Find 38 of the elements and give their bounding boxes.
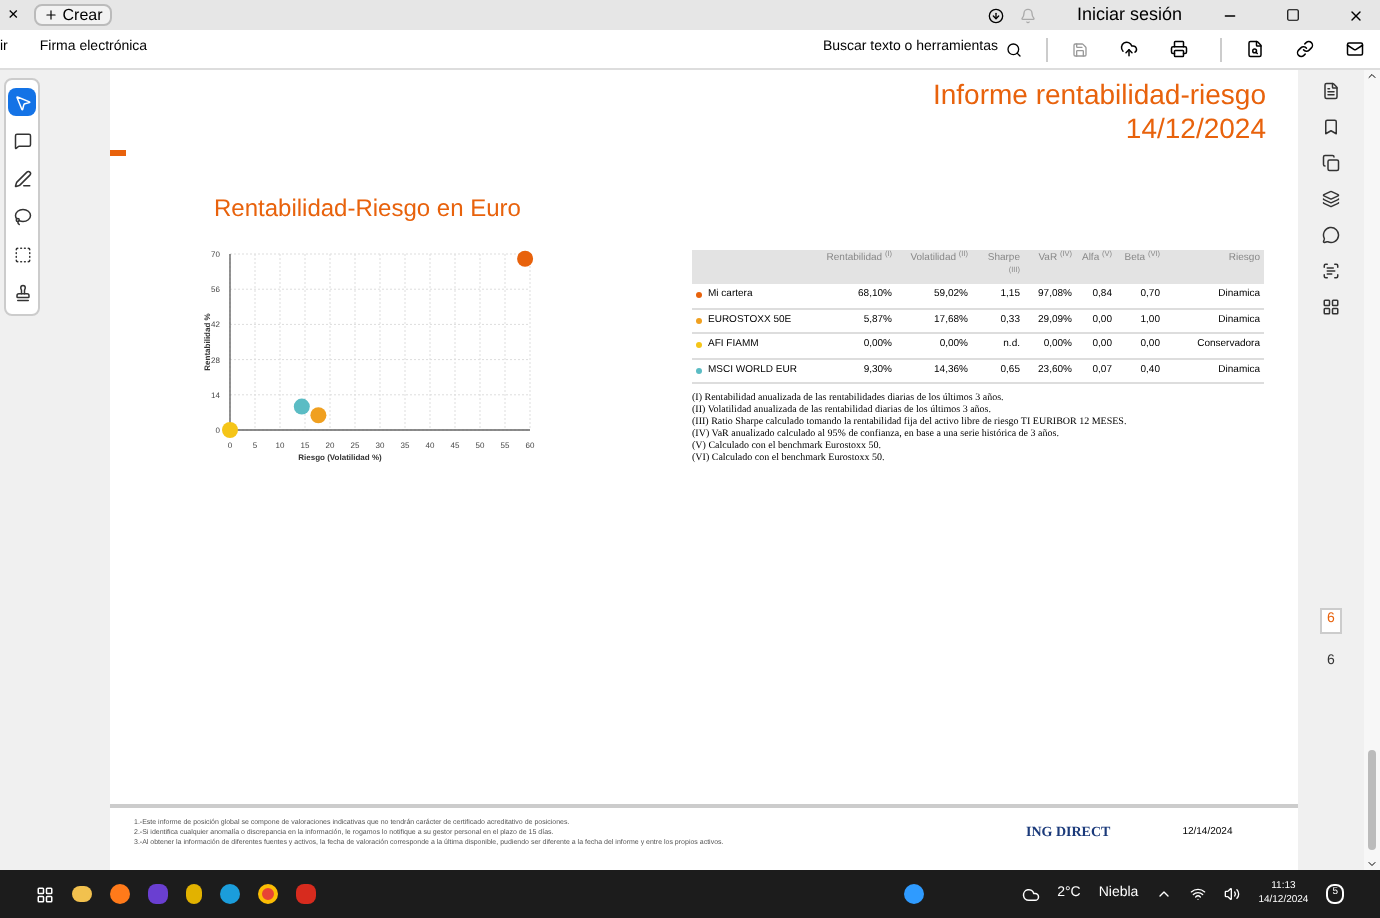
pages-icon[interactable] xyxy=(1322,154,1340,172)
plus-icon xyxy=(44,8,59,22)
mail-icon[interactable] xyxy=(1346,40,1364,58)
download-icon[interactable] xyxy=(988,7,1005,23)
maximize-icon[interactable] xyxy=(1286,8,1300,22)
scroll-up-icon[interactable] xyxy=(1366,70,1378,82)
scroll-down-icon[interactable] xyxy=(1366,858,1378,870)
wifi-icon[interactable] xyxy=(1190,886,1207,902)
weather-icon xyxy=(1021,885,1040,903)
lasso-icon xyxy=(13,207,31,225)
close-icon[interactable] xyxy=(1348,7,1364,23)
stamp-icon xyxy=(13,283,31,301)
comment-icon xyxy=(13,131,31,149)
volume-icon[interactable] xyxy=(1224,886,1241,902)
create-button[interactable]: Crear xyxy=(34,4,113,26)
upload-icon[interactable] xyxy=(1120,40,1138,58)
scroll-thumb[interactable] xyxy=(1368,750,1376,850)
sign-in-button[interactable]: Iniciar sesión xyxy=(1076,1,1182,29)
close-tab-button[interactable]: × xyxy=(8,1,19,29)
pointer-icon xyxy=(13,93,31,111)
layers-icon[interactable] xyxy=(1322,190,1340,208)
pointer-tool[interactable] xyxy=(8,88,36,116)
task-view-icon[interactable] xyxy=(36,885,54,903)
scan-icon[interactable] xyxy=(1322,262,1340,280)
section-title: Rentabilidad-Riesgo en Euro xyxy=(214,192,523,226)
print-icon[interactable] xyxy=(1170,40,1188,58)
report-title: Informe rentabilidad-riesgo xyxy=(932,78,1266,112)
link-icon[interactable] xyxy=(1296,40,1314,58)
grid-icon[interactable] xyxy=(1322,298,1340,316)
report-date: 14/12/2024 xyxy=(1125,112,1266,146)
text-box-icon xyxy=(13,245,31,263)
comments-icon[interactable] xyxy=(1322,226,1340,244)
tray-icon[interactable] xyxy=(1156,886,1173,902)
document-icon[interactable] xyxy=(1322,82,1340,100)
bookmark-icon[interactable] xyxy=(1322,118,1340,136)
pen-icon xyxy=(13,169,31,187)
save-icon[interactable] xyxy=(1072,41,1088,57)
search-icon[interactable] xyxy=(1006,41,1022,57)
